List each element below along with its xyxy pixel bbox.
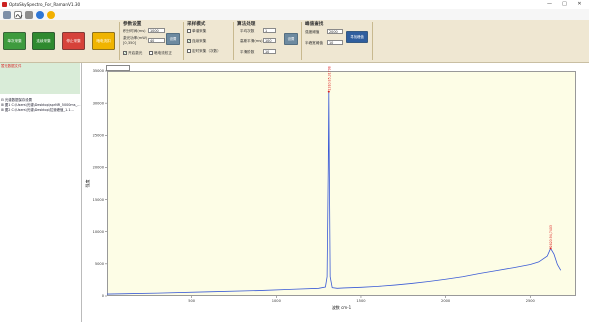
divider xyxy=(233,22,234,60)
dark-correct-label: 暗电流校正 xyxy=(154,51,172,55)
peak-annotation: 2620.94,7403 xyxy=(549,225,553,247)
info-icon[interactable] xyxy=(36,10,44,19)
minimize-button[interactable]: — xyxy=(542,0,557,9)
wave-icon[interactable] xyxy=(14,10,23,19)
y-tick-label: 10000 xyxy=(93,230,105,234)
spectrum-chart[interactable]: 0 5000 10000 15000 20000 25000 30000 35000 500 10… xyxy=(82,63,589,322)
chart-area: 0 5000 10000 15000 20000 25000 30000 35000 500 10… xyxy=(82,63,589,322)
y-tick-label: 30000 xyxy=(93,101,105,105)
find-peak-button[interactable]: 寻找峰值 xyxy=(346,31,368,43)
y-tick-label: 25000 xyxy=(93,133,105,137)
params-group-title: 参数设置 xyxy=(123,22,142,27)
mode-timed-label: 定时采集（次数） xyxy=(192,49,221,53)
status-text: 暂无数据文件 xyxy=(1,64,22,68)
order-label: 平滑阶数 xyxy=(240,50,255,54)
peak-width-label: 半峰宽阈值 xyxy=(305,41,323,45)
x-tick-label: 500 xyxy=(188,299,196,303)
mode-continuous-label: 连续采集 xyxy=(192,39,207,43)
single-acquire-button[interactable]: 单次采集 xyxy=(3,32,26,50)
divider xyxy=(372,22,373,60)
x-tick-label: 2000 xyxy=(441,299,451,303)
laser-power-input[interactable]: 40 xyxy=(148,38,165,43)
mode-single-label: 单谱采集 xyxy=(192,29,207,33)
mode-single-checkbox[interactable] xyxy=(187,29,191,33)
peak-width-input[interactable]: 10 xyxy=(327,40,343,45)
save-icon[interactable] xyxy=(25,10,33,19)
app-logo-icon xyxy=(2,2,7,7)
mode-continuous-checkbox[interactable]: ✓ xyxy=(187,39,191,43)
spectrum-line xyxy=(106,91,562,295)
close-button[interactable]: ✕ xyxy=(572,0,587,9)
peak-group-title: 峰值查找 xyxy=(305,22,324,27)
y-tick-label: 15000 xyxy=(93,198,105,202)
mode-group-title: 采样模式 xyxy=(187,22,206,27)
processing-group-title: 算法处理 xyxy=(237,22,256,27)
processing-set-button[interactable]: 设置 xyxy=(284,33,298,45)
peak-annotation: 1310.85,31798 xyxy=(327,66,331,90)
continuous-acquire-button[interactable]: 连续采集 xyxy=(32,32,55,50)
order-input[interactable]: 10 xyxy=(263,49,276,54)
laser-on-checkbox[interactable]: ✓ xyxy=(123,51,127,55)
divider xyxy=(119,22,120,60)
y-axis-label: 强度 xyxy=(84,180,90,188)
stop-acquire-button[interactable]: 停止采集 xyxy=(62,32,85,50)
status-box: 暂无数据文件 xyxy=(0,63,80,94)
x-tick-label: 1500 xyxy=(356,299,366,303)
params-set-button[interactable]: 设置 xyxy=(166,33,180,45)
maximize-button[interactable]: □ xyxy=(557,0,572,9)
left-panel: 暂无数据文件 ⊟ 光谱数据保存设置 ⊞ 图1 C:\Users\光谱\Deskt… xyxy=(0,63,82,322)
window-title: OptoSkySpectro_For_RamanV1.30 xyxy=(9,2,81,7)
dark-current-button[interactable]: 暗电流扣 xyxy=(92,32,115,50)
file-tree: ⊟ 光谱数据保存设置 ⊞ 图1 C:\Users\光谱\Desktop\sprN… xyxy=(1,98,81,113)
integration-input[interactable]: 1000 xyxy=(148,28,165,33)
undo-icon[interactable] xyxy=(47,10,55,19)
x-tick-label: 1000 xyxy=(272,299,282,303)
avg-count-label: 平均次数 xyxy=(240,29,255,33)
y-tick-label: 0 xyxy=(102,294,105,298)
laser-range-label: [0,350] xyxy=(123,41,137,45)
peak-threshold-label: 强度阈值 xyxy=(305,30,320,34)
tree-file-item[interactable]: ⊞ 图2 C:\Users\光谱\Desktop\拉曼峰值_1.1… xyxy=(1,108,81,113)
x-tick-label: 2500 xyxy=(526,299,536,303)
open-icon[interactable] xyxy=(3,10,11,19)
x-axis-label: 波数 cm-1 xyxy=(332,304,352,310)
dark-correct-checkbox[interactable] xyxy=(149,51,153,55)
y-tick-label: 5000 xyxy=(95,262,105,266)
integration-label: 积分时间(ms) xyxy=(123,29,146,33)
smooth-label: 高斯平滑(ms) xyxy=(240,39,263,43)
ribbon: 单次采集 连续采集 停止采集 暗电流扣 参数设置 积分时间(ms) 1000 激… xyxy=(0,20,589,63)
y-tick-label: 20000 xyxy=(93,166,105,170)
avg-count-input[interactable]: 1 xyxy=(263,28,276,33)
divider xyxy=(183,22,184,60)
laser-on-label: 开启激光 xyxy=(128,51,143,55)
divider xyxy=(301,22,302,60)
mode-timed-checkbox[interactable] xyxy=(187,49,191,53)
smooth-input[interactable]: 100 xyxy=(263,38,276,43)
y-tick-label: 35000 xyxy=(93,69,105,73)
peak-threshold-input[interactable]: 2000 xyxy=(327,29,343,34)
